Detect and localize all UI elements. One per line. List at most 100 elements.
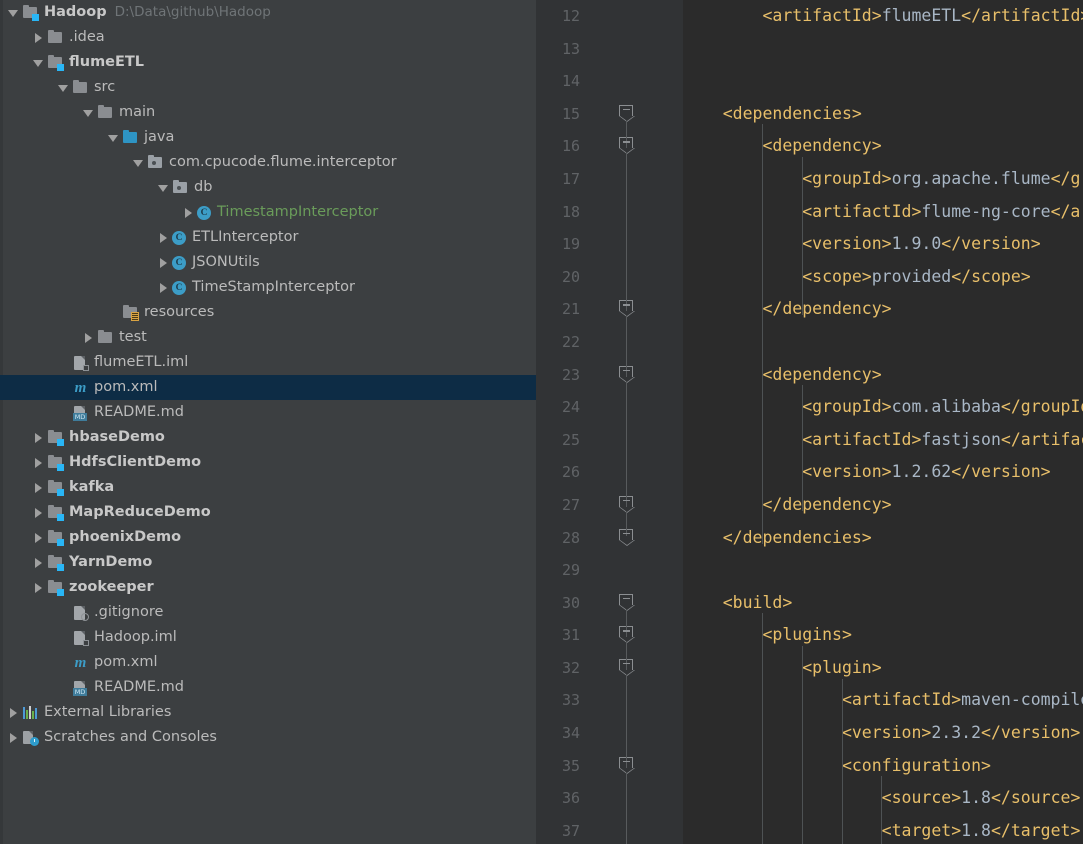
tree-item-kafka[interactable]: kafka bbox=[0, 475, 536, 500]
tree-item-hdfsclientdemo[interactable]: HdfsClientDemo bbox=[0, 450, 536, 475]
code-text[interactable]: </dependency> bbox=[683, 489, 891, 522]
tree-item-mapreducedemo[interactable]: MapReduceDemo bbox=[0, 500, 536, 525]
fold-expanded-icon[interactable] bbox=[619, 593, 635, 611]
fold-expanded-icon[interactable] bbox=[619, 137, 635, 155]
code-text[interactable]: <dependency> bbox=[683, 130, 881, 163]
chevron-down-icon[interactable] bbox=[108, 132, 119, 143]
code-text[interactable]: </dependencies> bbox=[683, 522, 872, 555]
tree-item-src[interactable]: src bbox=[0, 75, 536, 100]
chevron-right-icon[interactable] bbox=[158, 282, 169, 293]
code-text[interactable]: <dependencies> bbox=[683, 98, 862, 131]
tree-item-com-cpucode-flume-interceptor[interactable]: com.cpucode.flume.interceptor bbox=[0, 150, 536, 175]
code-line[interactable]: 14 bbox=[536, 65, 1083, 98]
code-line[interactable]: 16 <dependency> bbox=[536, 130, 1083, 163]
chevron-down-icon[interactable] bbox=[158, 182, 169, 193]
code-text[interactable]: <scope>provided</scope> bbox=[683, 261, 1031, 294]
chevron-right-icon[interactable] bbox=[33, 482, 44, 493]
code-line[interactable]: 22 bbox=[536, 326, 1083, 359]
tree-item-db[interactable]: db bbox=[0, 175, 536, 200]
tree-item-timestampinterceptor[interactable]: C TimestampInterceptor bbox=[0, 200, 536, 225]
chevron-right-icon[interactable] bbox=[158, 257, 169, 268]
code-text[interactable]: <plugin> bbox=[683, 652, 881, 685]
code-line[interactable]: 19 <version>1.9.0</version> bbox=[536, 228, 1083, 261]
chevron-right-icon[interactable] bbox=[8, 732, 19, 743]
code-line[interactable]: 29 bbox=[536, 554, 1083, 587]
code-text[interactable]: <groupId>com.alibaba</groupId> bbox=[683, 391, 1083, 424]
tree-item-hbasedemo[interactable]: hbaseDemo bbox=[0, 425, 536, 450]
tree-item-hadoop-iml[interactable]: Hadoop.iml bbox=[0, 625, 536, 650]
code-line[interactable]: 21 </dependency> bbox=[536, 293, 1083, 326]
tree-item-hadoop[interactable]: Hadoop D:\Data\github\Hadoop bbox=[0, 0, 536, 25]
code-line[interactable]: 28 </dependencies> bbox=[536, 522, 1083, 555]
code-text[interactable]: <version>1.9.0</version> bbox=[683, 228, 1040, 261]
tree-item-readme-md[interactable]: MD README.md bbox=[0, 675, 536, 700]
code-line[interactable]: 30 <build> bbox=[536, 587, 1083, 620]
code-line[interactable]: 36 <source>1.8</source> bbox=[536, 782, 1083, 815]
code-line[interactable]: 25 <artifactId>fastjson</artifactId> bbox=[536, 424, 1083, 457]
code-editor[interactable]: 12 <artifactId>flumeETL</artifactId> 13 14… bbox=[536, 0, 1083, 844]
chevron-right-icon[interactable] bbox=[33, 532, 44, 543]
tree-item-flumeetl[interactable]: flumeETL bbox=[0, 50, 536, 75]
tree-item-java[interactable]: java bbox=[0, 125, 536, 150]
code-text[interactable]: <build> bbox=[683, 587, 793, 620]
code-text[interactable]: <version>2.3.2</version> bbox=[683, 717, 1080, 750]
code-text[interactable]: <artifactId>fastjson</artifactId> bbox=[683, 424, 1083, 457]
code-line[interactable]: 12 <artifactId>flumeETL</artifactId> bbox=[536, 0, 1083, 33]
code-line[interactable]: 18 <artifactId>flume-ng-core</artifactId… bbox=[536, 196, 1083, 229]
code-text[interactable]: <dependency> bbox=[683, 359, 881, 392]
code-line[interactable]: 37 <target>1.8</target> bbox=[536, 815, 1083, 844]
code-line[interactable]: 26 <version>1.2.62</version> bbox=[536, 456, 1083, 489]
tree-item-external-libraries[interactable]: External Libraries bbox=[0, 700, 536, 725]
fold-end-icon[interactable] bbox=[619, 528, 635, 546]
chevron-right-icon[interactable] bbox=[183, 207, 194, 218]
code-line[interactable]: 33 <artifactId>maven-compiler-plugin</ar… bbox=[536, 684, 1083, 717]
fold-expanded-icon[interactable] bbox=[619, 104, 635, 122]
code-text[interactable]: <configuration> bbox=[683, 750, 991, 783]
tree-item-readme-md[interactable]: MD README.md bbox=[0, 400, 536, 425]
fold-end-icon[interactable] bbox=[619, 495, 635, 513]
code-text[interactable]: </dependency> bbox=[683, 293, 891, 326]
fold-end-icon[interactable] bbox=[619, 300, 635, 318]
chevron-down-icon[interactable] bbox=[83, 107, 94, 118]
project-tool-window[interactable]: Hadoop D:\Data\github\Hadoop .idea flumeETL… bbox=[0, 0, 536, 844]
chevron-down-icon[interactable] bbox=[33, 57, 44, 68]
tree-item-main[interactable]: main bbox=[0, 100, 536, 125]
fold-expanded-icon[interactable] bbox=[619, 756, 635, 774]
code-text[interactable]: <artifactId>flume-ng-core</artifactId> bbox=[683, 196, 1083, 229]
tree-item-pom-xml[interactable]: m pom.xml bbox=[0, 375, 536, 400]
code-text[interactable]: <version>1.2.62</version> bbox=[683, 456, 1050, 489]
chevron-right-icon[interactable] bbox=[33, 507, 44, 518]
project-tree[interactable]: Hadoop D:\Data\github\Hadoop .idea flumeETL… bbox=[0, 0, 536, 750]
chevron-down-icon[interactable] bbox=[8, 7, 19, 18]
chevron-right-icon[interactable] bbox=[33, 557, 44, 568]
tree-item-etlinterceptor[interactable]: C ETLInterceptor bbox=[0, 225, 536, 250]
code-line[interactable]: 31 <plugins> bbox=[536, 619, 1083, 652]
code-text[interactable]: <groupId>org.apache.flume</groupId> bbox=[683, 163, 1083, 196]
chevron-right-icon[interactable] bbox=[83, 332, 94, 343]
tree-item-yarndemo[interactable]: YarnDemo bbox=[0, 550, 536, 575]
chevron-down-icon[interactable] bbox=[133, 157, 144, 168]
fold-expanded-icon[interactable] bbox=[619, 365, 635, 383]
code-line[interactable]: 17 <groupId>org.apache.flume</groupId> bbox=[536, 163, 1083, 196]
tree-item-resources[interactable]: resources bbox=[0, 300, 536, 325]
chevron-right-icon[interactable] bbox=[158, 232, 169, 243]
code-text[interactable]: <artifactId>maven-compiler-plugin</artif… bbox=[683, 684, 1083, 717]
tree-item-flumeetl-iml[interactable]: flumeETL.iml bbox=[0, 350, 536, 375]
chevron-right-icon[interactable] bbox=[33, 582, 44, 593]
chevron-right-icon[interactable] bbox=[33, 432, 44, 443]
tree-item-scratches-and-consoles[interactable]: Scratches and Consoles bbox=[0, 725, 536, 750]
tree-item-zookeeper[interactable]: zookeeper bbox=[0, 575, 536, 600]
code-line[interactable]: 13 bbox=[536, 33, 1083, 66]
tree-item-gitignore[interactable]: .gitignore bbox=[0, 600, 536, 625]
chevron-down-icon[interactable] bbox=[58, 82, 69, 93]
code-line[interactable]: 15 <dependencies> bbox=[536, 98, 1083, 131]
chevron-right-icon[interactable] bbox=[33, 32, 44, 43]
code-line[interactable]: 23 <dependency> bbox=[536, 359, 1083, 392]
tree-item-test[interactable]: test bbox=[0, 325, 536, 350]
editor-text-area[interactable]: 12 <artifactId>flumeETL</artifactId> 13 14… bbox=[536, 0, 1083, 844]
chevron-right-icon[interactable] bbox=[33, 457, 44, 468]
tree-item-pom-xml[interactable]: m pom.xml bbox=[0, 650, 536, 675]
code-text[interactable]: <artifactId>flumeETL</artifactId> bbox=[683, 0, 1083, 33]
code-line[interactable]: 27 </dependency> bbox=[536, 489, 1083, 522]
fold-expanded-icon[interactable] bbox=[619, 626, 635, 644]
